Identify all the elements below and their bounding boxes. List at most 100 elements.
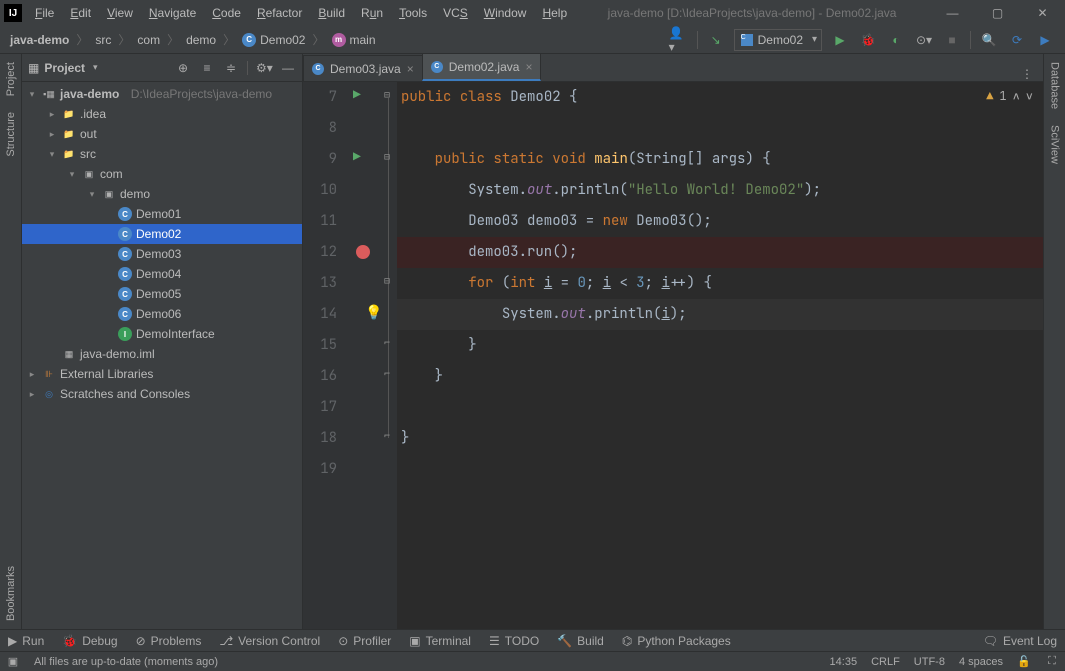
tab-options-icon[interactable]: ⋮ xyxy=(1011,67,1043,81)
line-number-gutter[interactable]: 789 101112 131415 161718 19 xyxy=(303,82,347,629)
fold-end-icon[interactable]: ⌐ xyxy=(384,429,390,442)
tool-debug[interactable]: 🐞Debug xyxy=(62,634,117,648)
close-tab-icon[interactable]: × xyxy=(407,62,414,76)
menu-tools[interactable]: Tools xyxy=(392,2,434,24)
caret-position[interactable]: 14:35 xyxy=(830,656,858,668)
breadcrumb-class[interactable]: CDemo02 xyxy=(236,33,311,47)
collapse-all-icon[interactable]: ≑ xyxy=(223,61,239,75)
tab-demo03[interactable]: C Demo03.java × xyxy=(303,55,423,81)
tree-ext-libs[interactable]: ▸⊪External Libraries xyxy=(22,364,302,384)
tool-tab-structure[interactable]: Structure xyxy=(2,104,20,165)
chevron-right-icon[interactable]: ▸ xyxy=(46,129,58,140)
tool-run[interactable]: ▶Run xyxy=(8,634,44,648)
menu-run[interactable]: Run xyxy=(354,2,390,24)
run-config-select[interactable]: C Demo02 xyxy=(734,29,822,51)
fold-start-icon[interactable]: ⊟ xyxy=(384,274,390,287)
run-gutter-icon[interactable]: ▶ xyxy=(353,86,361,103)
menu-edit[interactable]: Edit xyxy=(63,2,98,24)
inspection-widget[interactable]: ▲ 1 ∧ ∨ xyxy=(986,88,1033,104)
tree-scratches[interactable]: ▸◎Scratches and Consoles xyxy=(22,384,302,404)
menu-file[interactable]: File xyxy=(28,2,61,24)
tree-class-demo03[interactable]: CDemo03 xyxy=(22,244,302,264)
tool-python[interactable]: ⌬Python Packages xyxy=(622,634,731,648)
tree-demo[interactable]: ▾ ▣ demo xyxy=(22,184,302,204)
add-user-icon[interactable]: 👤▾ xyxy=(669,30,689,50)
profile-button[interactable]: ⊙▾ xyxy=(914,30,934,50)
chevron-down-icon[interactable]: ▾ xyxy=(86,189,98,200)
tool-vcs[interactable]: ⎇Version Control xyxy=(219,634,320,648)
tree-root[interactable]: ▾ ▪▦ java-demo D:\IdeaProjects\java-demo xyxy=(22,84,302,104)
indent-setting[interactable]: 4 spaces xyxy=(959,656,1003,668)
fold-end-icon[interactable]: ⌐ xyxy=(384,336,390,349)
tool-eventlog[interactable]: 🗨Event Log xyxy=(983,634,1057,648)
close-button[interactable]: ✕ xyxy=(1020,0,1065,26)
search-everywhere-button[interactable]: 🔍 xyxy=(979,30,999,50)
tree-class-demo06[interactable]: CDemo06 xyxy=(22,304,302,324)
tool-profiler[interactable]: ⊙Profiler xyxy=(338,634,391,648)
tree-interface[interactable]: IDemoInterface xyxy=(22,324,302,344)
build-hammer-icon[interactable]: ↘ xyxy=(706,30,726,50)
menu-code[interactable]: Code xyxy=(205,2,248,24)
sync-button[interactable]: ⟳ xyxy=(1007,30,1027,50)
readonly-lock-icon[interactable]: 🔓 xyxy=(1017,655,1031,669)
menu-help[interactable]: Help xyxy=(535,2,574,24)
expand-all-icon[interactable]: ≡ xyxy=(199,61,215,75)
prev-highlight-icon[interactable]: ∧ xyxy=(1013,88,1020,104)
tree-class-demo01[interactable]: CDemo01 xyxy=(22,204,302,224)
gutter-markers[interactable]: ▶ ▶ 💡 xyxy=(347,82,381,629)
select-opened-file-icon[interactable]: ⊕ xyxy=(175,61,191,75)
fold-start-icon[interactable]: ⊟ xyxy=(384,150,390,163)
file-encoding[interactable]: UTF-8 xyxy=(914,656,945,668)
breadcrumb-method[interactable]: mmain xyxy=(326,33,382,47)
tree-class-demo04[interactable]: CDemo04 xyxy=(22,264,302,284)
menu-refactor[interactable]: Refactor xyxy=(250,2,309,24)
maximize-button[interactable]: ▢ xyxy=(975,0,1020,26)
tool-windows-icon[interactable]: ▣ xyxy=(6,655,20,669)
ide-scripting-button[interactable]: ▶ xyxy=(1035,30,1055,50)
close-tab-icon[interactable]: × xyxy=(525,60,532,74)
tool-problems[interactable]: ⊘Problems xyxy=(136,634,202,648)
chevron-down-icon[interactable]: ▾ xyxy=(26,89,38,100)
tree-out[interactable]: ▸ 📁 out xyxy=(22,124,302,144)
tree-com[interactable]: ▾ ▣ com xyxy=(22,164,302,184)
code-content[interactable]: ▲ 1 ∧ ∨ public class Demo02 { public sta… xyxy=(397,82,1043,629)
breadcrumb-com[interactable]: com xyxy=(131,33,166,47)
tree-idea[interactable]: ▸ 📁 .idea xyxy=(22,104,302,124)
coverage-button[interactable]: ◐ xyxy=(886,30,906,50)
breadcrumb-demo[interactable]: demo xyxy=(180,33,222,47)
chevron-right-icon[interactable]: ▸ xyxy=(26,389,38,400)
ide-status-icon[interactable]: ⛶ xyxy=(1045,655,1059,669)
fold-gutter[interactable]: ⊟ ⊟ ⊟ ⌐ ⌐ ⌐ xyxy=(381,82,397,629)
run-button[interactable]: ▶ xyxy=(830,30,850,50)
breadcrumb-project[interactable]: java-demo xyxy=(4,33,75,47)
tool-build[interactable]: 🔨Build xyxy=(557,634,604,648)
tree-class-demo02[interactable]: CDemo02 xyxy=(22,224,302,244)
chevron-down-icon[interactable]: ▾ xyxy=(46,149,58,160)
tree-class-demo05[interactable]: CDemo05 xyxy=(22,284,302,304)
project-view-select[interactable]: ▦ Project xyxy=(28,61,98,75)
breadcrumb-src[interactable]: src xyxy=(89,33,117,47)
tool-tab-bookmarks[interactable]: Bookmarks xyxy=(2,558,20,629)
tool-tab-project[interactable]: Project xyxy=(2,54,20,104)
tool-tab-database[interactable]: Database xyxy=(1046,54,1064,117)
menu-build[interactable]: Build xyxy=(311,2,352,24)
intention-bulb-icon[interactable]: 💡 xyxy=(365,304,382,322)
minimize-button[interactable]: — xyxy=(930,0,975,26)
next-highlight-icon[interactable]: ∨ xyxy=(1026,88,1033,104)
hide-button[interactable]: — xyxy=(280,61,296,75)
settings-gear-icon[interactable]: ⚙▾ xyxy=(256,61,272,75)
run-gutter-icon[interactable]: ▶ xyxy=(353,148,361,165)
menu-window[interactable]: Window xyxy=(477,2,534,24)
breakpoint-icon[interactable] xyxy=(356,245,370,259)
menu-view[interactable]: View xyxy=(100,2,140,24)
chevron-right-icon[interactable]: ▸ xyxy=(46,109,58,120)
fold-end-icon[interactable]: ⌐ xyxy=(384,367,390,380)
menu-navigate[interactable]: Navigate xyxy=(142,2,203,24)
tab-demo02[interactable]: C Demo02.java × xyxy=(422,53,542,81)
tool-tab-sciview[interactable]: SciView xyxy=(1046,117,1064,172)
stop-button[interactable]: ■ xyxy=(942,30,962,50)
tree-src[interactable]: ▾ 📁 src xyxy=(22,144,302,164)
tool-terminal[interactable]: ▣Terminal xyxy=(409,634,471,648)
tree-iml[interactable]: ▦java-demo.iml xyxy=(22,344,302,364)
code-editor[interactable]: 789 101112 131415 161718 19 ▶ ▶ 💡 ⊟ ⊟ ⊟ … xyxy=(303,82,1043,629)
